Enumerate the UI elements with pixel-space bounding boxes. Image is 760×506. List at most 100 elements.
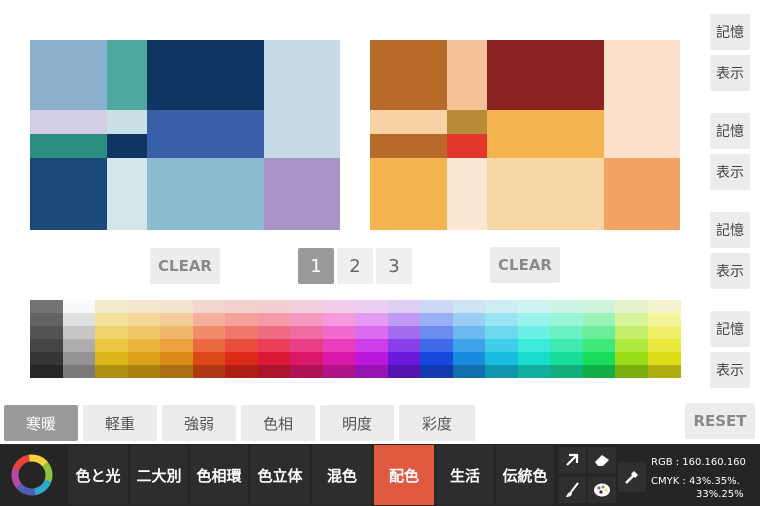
palette-swatch[interactable] bbox=[30, 339, 63, 352]
palette-swatch[interactable] bbox=[615, 326, 648, 339]
palette-swatch[interactable] bbox=[160, 339, 193, 352]
palette-swatch[interactable] bbox=[290, 339, 323, 352]
mosaic-cell[interactable] bbox=[447, 110, 487, 134]
palette-swatch[interactable] bbox=[127, 339, 161, 352]
palette-swatch[interactable] bbox=[582, 300, 616, 313]
mosaic-cell[interactable] bbox=[107, 110, 147, 134]
palette-swatch[interactable] bbox=[160, 300, 193, 313]
tab-strong-weak[interactable]: 強弱 bbox=[162, 405, 236, 441]
mosaic-cell[interactable] bbox=[487, 40, 604, 110]
mode-hue-circle[interactable]: 色相環 bbox=[190, 445, 248, 505]
palette-swatch[interactable] bbox=[62, 326, 96, 339]
palette-swatch[interactable] bbox=[127, 352, 161, 365]
palette-swatch[interactable] bbox=[615, 313, 648, 326]
palette-swatch[interactable] bbox=[420, 326, 453, 339]
display-button[interactable]: 表示 bbox=[710, 352, 750, 388]
palette-swatch[interactable] bbox=[257, 326, 291, 339]
palette-swatch[interactable] bbox=[127, 326, 161, 339]
mosaic-cell[interactable] bbox=[264, 158, 340, 230]
palette-swatch[interactable] bbox=[95, 352, 128, 365]
palette-swatch[interactable] bbox=[62, 300, 96, 313]
palette-swatch[interactable] bbox=[485, 352, 518, 365]
palette-swatch[interactable] bbox=[355, 352, 388, 365]
palette-swatch[interactable] bbox=[322, 365, 356, 378]
mosaic-cell[interactable] bbox=[30, 40, 107, 110]
palette-swatch[interactable] bbox=[30, 326, 63, 339]
tab-warm-cool[interactable]: 寒暖 bbox=[4, 405, 78, 441]
palette-swatch[interactable] bbox=[290, 300, 323, 313]
palette-swatch[interactable] bbox=[387, 339, 421, 352]
palette-swatch[interactable] bbox=[192, 365, 226, 378]
palette-swatch[interactable] bbox=[95, 339, 128, 352]
palette-swatch[interactable] bbox=[62, 339, 96, 352]
palette-swatch[interactable] bbox=[420, 352, 453, 365]
palette-swatch[interactable] bbox=[615, 365, 648, 378]
mode-two-categories[interactable]: 二大別 bbox=[130, 445, 188, 505]
palette-swatch[interactable] bbox=[452, 365, 486, 378]
palette-swatch[interactable] bbox=[257, 339, 291, 352]
memorize-button[interactable]: 記憶 bbox=[710, 14, 750, 50]
palette-swatch[interactable] bbox=[290, 352, 323, 365]
clear-right-button[interactable]: CLEAR bbox=[490, 247, 560, 283]
palette-swatch[interactable] bbox=[517, 339, 551, 352]
mosaic-cell[interactable] bbox=[264, 40, 340, 158]
palette-swatch[interactable] bbox=[322, 300, 356, 313]
palette-swatch[interactable] bbox=[485, 300, 518, 313]
palette-swatch[interactable] bbox=[615, 339, 648, 352]
memorize-button[interactable]: 記憶 bbox=[710, 212, 750, 248]
tab-saturation[interactable]: 彩度 bbox=[399, 405, 475, 441]
mosaic-cell[interactable] bbox=[370, 134, 447, 158]
mosaic-cell[interactable] bbox=[487, 158, 604, 230]
mosaic-cell[interactable] bbox=[487, 110, 604, 158]
palette-swatch[interactable] bbox=[582, 326, 616, 339]
mosaic-cell[interactable] bbox=[370, 110, 447, 134]
palette-swatch[interactable] bbox=[517, 326, 551, 339]
palette-swatch[interactable] bbox=[127, 300, 161, 313]
palette-swatch[interactable] bbox=[452, 352, 486, 365]
palette-swatch[interactable] bbox=[127, 313, 161, 326]
palette-swatch[interactable] bbox=[257, 352, 291, 365]
mode-life[interactable]: 生活 bbox=[436, 445, 494, 505]
palette-swatch[interactable] bbox=[322, 352, 356, 365]
palette-swatch[interactable] bbox=[290, 326, 323, 339]
palette-swatch[interactable] bbox=[387, 300, 421, 313]
mosaic-cell[interactable] bbox=[604, 158, 680, 230]
palette-swatch[interactable] bbox=[62, 313, 96, 326]
palette-swatch[interactable] bbox=[95, 365, 128, 378]
display-button[interactable]: 表示 bbox=[710, 253, 750, 289]
palette-swatch[interactable] bbox=[647, 326, 681, 339]
palette-swatch[interactable] bbox=[30, 365, 63, 378]
palette-swatch[interactable] bbox=[355, 313, 388, 326]
palette-swatch[interactable] bbox=[225, 352, 258, 365]
left-color-composition[interactable] bbox=[30, 40, 340, 230]
palette-swatch[interactable] bbox=[550, 326, 583, 339]
palette-swatch[interactable] bbox=[95, 313, 128, 326]
color-palette[interactable] bbox=[30, 300, 681, 378]
palette-swatch[interactable] bbox=[485, 339, 518, 352]
palette-swatch[interactable] bbox=[647, 339, 681, 352]
palette-swatch[interactable] bbox=[192, 326, 226, 339]
tab-hue[interactable]: 色相 bbox=[241, 405, 315, 441]
palette-swatch[interactable] bbox=[420, 313, 453, 326]
palette-swatch[interactable] bbox=[322, 339, 356, 352]
palette-swatch[interactable] bbox=[127, 365, 161, 378]
palette-swatch[interactable] bbox=[647, 365, 681, 378]
page-1-button[interactable]: 1 bbox=[298, 248, 334, 284]
mosaic-cell[interactable] bbox=[107, 158, 147, 230]
display-button[interactable]: 表示 bbox=[710, 55, 750, 91]
mode-color-scheme[interactable]: 配色 bbox=[374, 445, 434, 505]
brush-icon[interactable] bbox=[558, 477, 586, 503]
palette-swatch[interactable] bbox=[420, 300, 453, 313]
palette-swatch[interactable] bbox=[452, 300, 486, 313]
palette-swatch[interactable] bbox=[582, 339, 616, 352]
memorize-button[interactable]: 記憶 bbox=[710, 113, 750, 149]
palette-swatch[interactable] bbox=[192, 300, 226, 313]
palette-swatch[interactable] bbox=[647, 300, 681, 313]
mosaic-cell[interactable] bbox=[107, 40, 147, 110]
palette-swatch[interactable] bbox=[225, 339, 258, 352]
palette-swatch[interactable] bbox=[225, 313, 258, 326]
reset-button[interactable]: RESET bbox=[685, 403, 755, 439]
mosaic-cell[interactable] bbox=[370, 158, 447, 230]
page-2-button[interactable]: 2 bbox=[337, 248, 373, 284]
arrow-icon[interactable] bbox=[558, 447, 586, 473]
